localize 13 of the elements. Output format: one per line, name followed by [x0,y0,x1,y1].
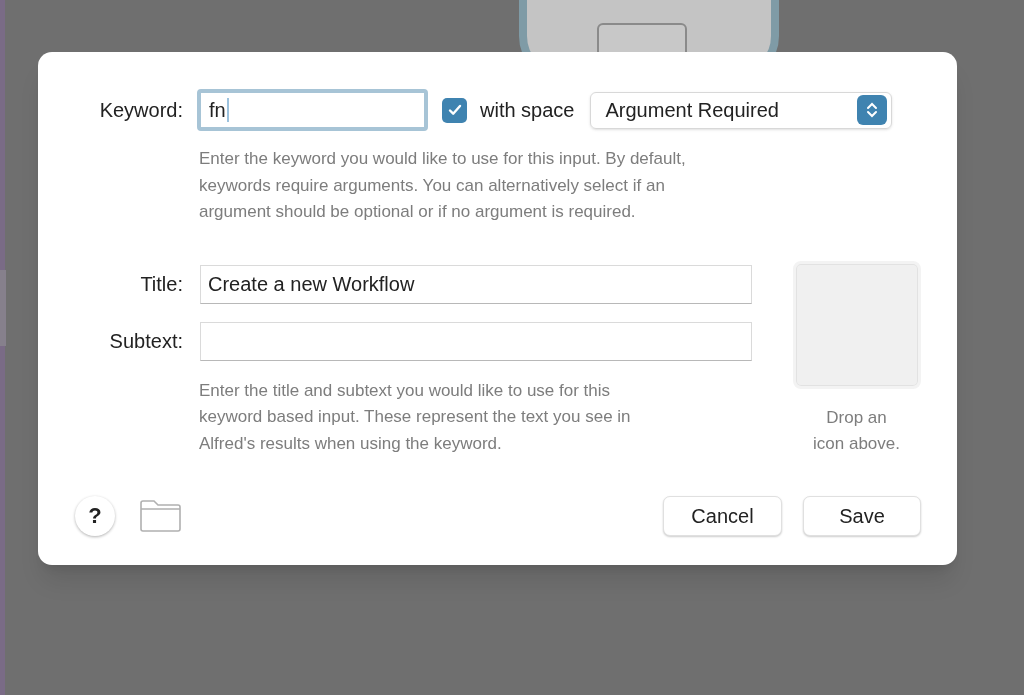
cancel-button[interactable]: Cancel [663,495,782,536]
with-space-label: with space [480,98,575,123]
argument-dropdown[interactable]: Argument Required [589,91,892,129]
save-button[interactable]: Save [803,495,921,536]
keyword-field[interactable]: fn [197,89,428,131]
title-field[interactable]: Create a new Workflow [200,264,752,304]
title-help-text: Enter the title and subtext you would like to use for this keyword based input. These represent the text you see in Alfred's results when using the keyword. [199,379,632,455]
help-button[interactable]: ? [75,495,115,536]
keyword-label: Keyword: [98,98,183,123]
title-label: Title: [139,272,183,297]
icon-drop-caption: Drop an icon above. [812,406,901,455]
keyword-help-text: Enter the keyword you would like to use for this input. By default, keywords require arguments. You can alternatively select if an argument should be optional or if no argument is required. [199,148,687,223]
subtext-label: Subtext: [108,329,183,354]
